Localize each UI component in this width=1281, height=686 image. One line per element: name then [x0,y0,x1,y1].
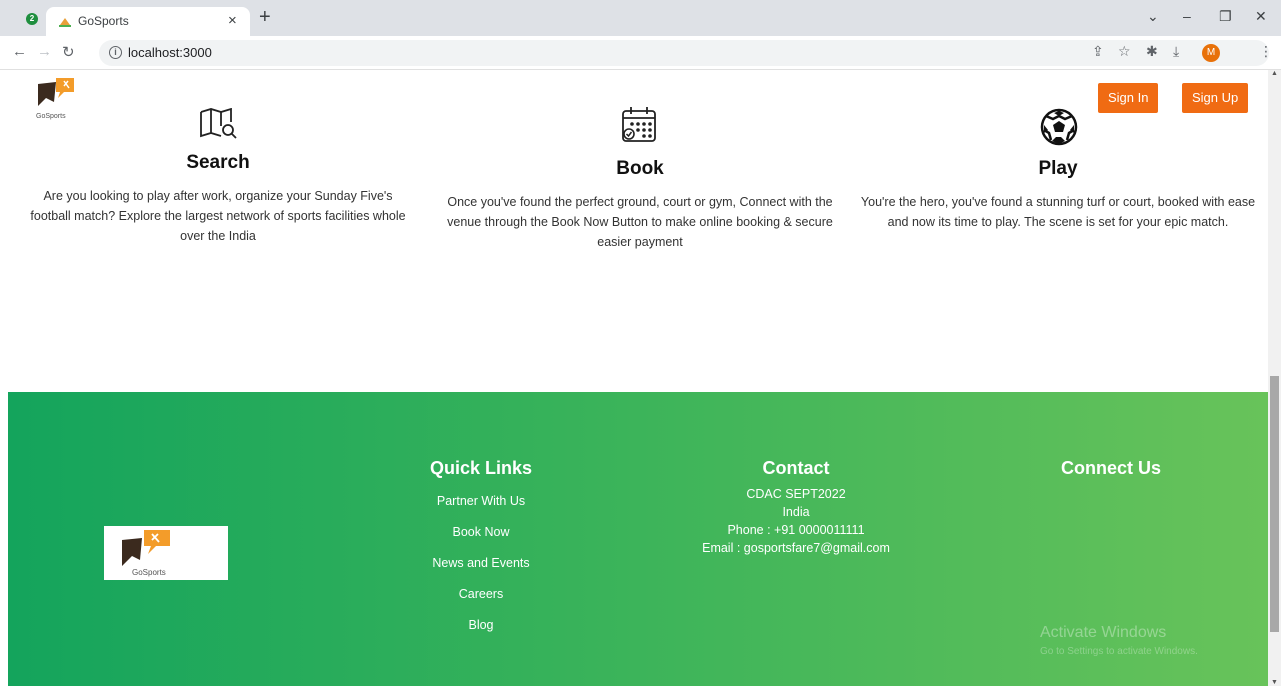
feature-play: Play You're the hero, you've found a stu… [858,158,1258,232]
url-text[interactable]: localhost:3000 [128,45,212,60]
tab-close-icon[interactable]: × [228,12,237,29]
scroll-thumb[interactable] [1270,376,1279,632]
bookmark-star-icon[interactable]: ☆ [1118,43,1131,60]
extensions-puzzle-icon[interactable]: ✱ [1146,43,1158,60]
forward-icon[interactable]: → [37,43,52,60]
contact-email: Email : gosportsfare7@gmail.com [702,541,890,555]
tab-group-badge[interactable]: 2 [26,13,38,25]
footer-link-partner[interactable]: Partner With Us [386,494,576,508]
browser-tabbar: 2 GoSports × + ⌄ – ❐ ✕ [0,0,1281,36]
quick-links-title: Quick Links [429,458,533,478]
reload-icon[interactable]: ↻ [62,43,75,61]
gosports-logo [122,530,170,566]
scroll-down-arrow-icon[interactable]: ▼ [1271,679,1278,686]
feature-title: Search [186,152,250,173]
feature-text: Are you looking to play after work, orga… [30,189,406,243]
page-scrollbar[interactable]: ▲ ▼ [1268,70,1281,686]
feature-book: Book Once you've found the perfect groun… [440,158,840,252]
download-icon[interactable]: ⤓ [1173,43,1179,60]
menu-kebab-icon[interactable]: ⋮ [1259,43,1273,60]
feature-title: Play [1038,158,1078,179]
connect-title: Connect Us [1060,458,1161,478]
minimize-icon[interactable]: – [1183,8,1191,24]
back-icon[interactable]: ← [12,43,27,60]
contact-phone: Phone : +91 0000011111 [727,523,865,537]
feature-text: You're the hero, you've found a stunning… [860,195,1256,229]
maximize-icon[interactable]: ❐ [1219,8,1232,25]
contact-country: India [782,505,810,519]
site-footer: GoSports Quick Links Partner With Us Boo… [8,392,1268,686]
footer-logo[interactable] [104,526,228,580]
footer-link-news[interactable]: News and Events [386,556,576,570]
logo-text: GoSports [36,113,66,120]
scroll-up-arrow-icon[interactable]: ▲ [1271,70,1278,77]
footer-logo-text: GoSports [132,568,166,577]
sign-up-button[interactable]: Sign Up [1182,83,1249,113]
tab-search-chevron-icon[interactable]: ⌄ [1147,8,1159,25]
close-window-icon[interactable]: ✕ [1255,8,1267,25]
profile-avatar[interactable]: M [1202,44,1220,62]
soccer-ball-icon [1040,108,1078,146]
contact-org: CDAC SEPT2022 [746,487,846,501]
footer-link-book-now[interactable]: Book Now [386,525,576,539]
footer-link-blog[interactable]: Blog [386,618,576,632]
site-info-icon[interactable]: i [109,46,122,59]
browser-tab[interactable]: GoSports × [46,7,250,36]
calendar-icon [622,107,656,142]
footer-link-careers[interactable]: Careers [386,587,576,601]
gosports-favicon-icon [59,18,71,27]
contact-title: Contact [762,458,830,478]
contact-section: Contact CDAC SEPT2022 India Phone : +91 … [676,458,916,556]
feature-title: Book [616,158,664,179]
activate-windows-title: Activate Windows [1040,624,1167,641]
tab-title: GoSports [78,14,129,28]
feature-search: Search Are you looking to play after wor… [28,152,408,246]
browser-toolbar: ← → ↻ i localhost:3000 ⇪ ☆ ✱ ⤓ ▯ M ⋮ [0,36,1281,70]
activate-windows-sub: Go to Settings to activate Windows. [1040,646,1198,657]
connect-section: Connect Us [1011,458,1211,479]
page-content: GoSports Sign In Sign Up Search Are you … [0,70,1268,686]
feature-text: Once you've found the perfect ground, co… [447,195,833,249]
quick-links-section: Quick Links Partner With Us Book Now New… [386,458,576,632]
sign-in-button[interactable]: Sign In [1098,83,1159,113]
share-icon[interactable]: ⇪ [1092,43,1104,60]
new-tab-button[interactable]: + [259,7,271,27]
map-search-icon [200,108,237,139]
